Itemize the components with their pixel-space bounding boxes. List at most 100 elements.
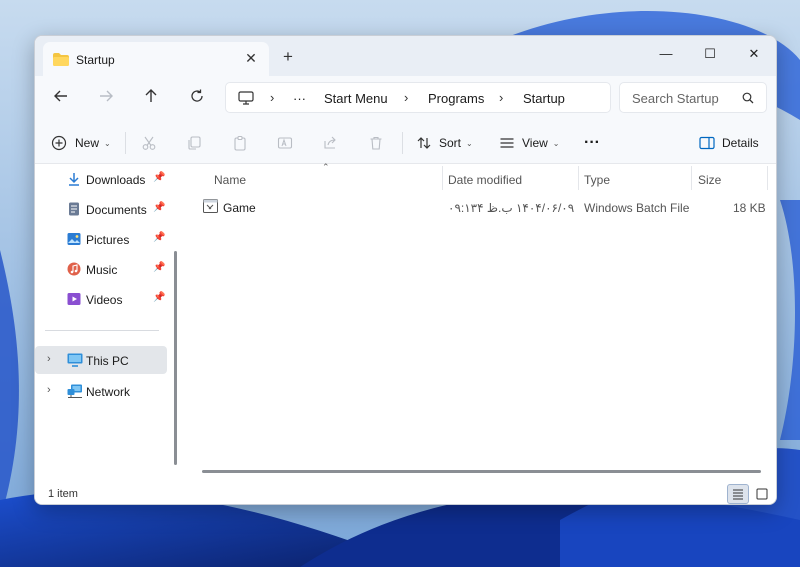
divider: [402, 132, 403, 154]
folder-icon: [53, 53, 69, 69]
column-divider[interactable]: [578, 166, 579, 190]
new-label: New: [75, 136, 100, 150]
address-bar[interactable]: › ··· Start Menu › Programs › Startup: [225, 82, 611, 113]
sort-indicator-icon: ⌃: [322, 162, 330, 172]
breadcrumb-startup[interactable]: Startup: [523, 91, 565, 106]
sidebar-item-this-pc[interactable]: › This PC: [35, 346, 167, 374]
sidebar-item-videos[interactable]: Videos 📌: [35, 285, 167, 313]
cut-button[interactable]: [141, 133, 157, 153]
sidebar-scrollbar[interactable]: [174, 251, 177, 465]
sidebar-item-documents[interactable]: Documents 📌: [35, 195, 167, 223]
share-button[interactable]: [322, 133, 338, 153]
chevron-down-icon: ⌄: [104, 138, 111, 148]
chevron-down-icon: ⌄: [552, 138, 560, 148]
sidebar-divider: [45, 330, 159, 331]
breadcrumb-separator: ›: [499, 90, 504, 105]
tab-startup[interactable]: Startup ✕: [43, 42, 269, 76]
sidebar-item-label: Pictures: [86, 233, 130, 247]
plus-circle-icon: [51, 135, 67, 151]
sidebar-item-music[interactable]: Music 📌: [35, 255, 167, 283]
tab-close-icon[interactable]: ✕: [243, 50, 259, 66]
file-explorer-window: Startup ✕ + — ☐ ✕ › ··· Start Menu › Pro…: [34, 35, 777, 505]
sort-label: Sort: [439, 136, 462, 150]
search-box[interactable]: Search Startup: [619, 82, 767, 113]
copy-icon: [188, 136, 201, 150]
file-type: Windows Batch File: [584, 201, 690, 215]
breadcrumb-separator: ›: [270, 90, 275, 105]
chevron-right-icon[interactable]: ›: [47, 384, 51, 396]
up-button[interactable]: [137, 88, 165, 112]
refresh-icon: [191, 89, 203, 102]
sidebar-item-network[interactable]: › Network: [35, 377, 167, 405]
details-pane-icon: [699, 136, 715, 150]
paste-button[interactable]: [232, 133, 248, 153]
view-label: View: [522, 136, 548, 150]
new-button[interactable]: New ⌄: [51, 133, 111, 153]
arrow-right-icon: [100, 90, 113, 102]
sort-button[interactable]: Sort ⌄: [416, 133, 473, 153]
download-icon: [67, 172, 81, 189]
file-date-modified: ۱۴۰۴/۰۶/۰۹ ب.ظ ۰۹:۱۳۴: [448, 201, 575, 215]
maximize-button[interactable]: ☐: [688, 42, 732, 66]
view-icon: [500, 138, 514, 148]
sidebar-item-label: Videos: [86, 293, 123, 307]
copy-button[interactable]: [186, 133, 202, 153]
sort-icon: [417, 137, 431, 149]
details-button[interactable]: Details: [699, 133, 759, 153]
close-window-button[interactable]: ✕: [732, 42, 776, 66]
minimize-button[interactable]: —: [644, 42, 688, 66]
search-icon: [742, 92, 754, 107]
video-icon: [67, 292, 81, 309]
column-header-date-modified[interactable]: Date modified: [448, 173, 522, 187]
file-name[interactable]: Game: [223, 201, 256, 215]
tiles-view-icon: [756, 488, 768, 500]
column-header-type[interactable]: Type: [584, 173, 610, 187]
details-view-button[interactable]: [727, 484, 749, 504]
breadcrumb-separator: ›: [404, 90, 409, 105]
breadcrumb-programs[interactable]: Programs: [428, 91, 484, 106]
back-button[interactable]: [47, 88, 75, 112]
column-header-size[interactable]: Size: [698, 173, 721, 187]
column-divider[interactable]: [442, 166, 443, 190]
new-tab-button[interactable]: +: [283, 48, 293, 66]
sidebar-item-downloads[interactable]: Downloads 📌: [35, 165, 167, 193]
list-view-icon: [733, 489, 743, 500]
document-icon: [67, 202, 81, 219]
pin-icon: 📌: [153, 292, 166, 303]
sidebar-item-pictures[interactable]: Pictures 📌: [35, 225, 167, 253]
rename-button[interactable]: [277, 133, 293, 153]
arrow-up-icon: [145, 89, 157, 102]
delete-button[interactable]: [368, 133, 384, 153]
horizontal-scrollbar[interactable]: [202, 470, 761, 473]
clipboard-icon: [234, 135, 246, 151]
music-icon: [67, 262, 81, 279]
forward-button[interactable]: [92, 88, 120, 112]
sidebar-item-label: Downloads: [86, 173, 146, 187]
pin-icon: 📌: [153, 172, 166, 183]
column-header-name[interactable]: Name: [214, 173, 246, 187]
more-options-button[interactable]: ···: [584, 133, 600, 153]
item-count: 1 item: [48, 488, 78, 500]
view-button[interactable]: View ⌄: [499, 133, 560, 153]
column-divider[interactable]: [767, 166, 768, 190]
column-divider[interactable]: [691, 166, 692, 190]
arrow-left-icon: [54, 90, 67, 102]
breadcrumb-start-menu[interactable]: Start Menu: [324, 91, 388, 106]
computer-icon: [67, 353, 83, 370]
scissors-icon: [142, 136, 156, 150]
tab-title: Startup: [76, 53, 115, 67]
status-bar: [35, 482, 776, 504]
breadcrumb-overflow[interactable]: ···: [293, 91, 306, 106]
refresh-button[interactable]: [183, 88, 211, 112]
trash-icon: [370, 136, 382, 150]
chevron-down-icon: ⌄: [466, 138, 473, 148]
pin-icon: 📌: [153, 262, 166, 273]
search-placeholder: Search Startup: [632, 91, 719, 106]
tiles-view-button[interactable]: [751, 484, 773, 504]
computer-icon: [238, 91, 254, 108]
sidebar-item-label: Network: [86, 385, 131, 399]
rename-icon: [277, 137, 293, 149]
chevron-right-icon[interactable]: ›: [47, 353, 51, 365]
sidebar-item-label: This PC: [86, 354, 129, 368]
pin-icon: 📌: [153, 202, 166, 213]
